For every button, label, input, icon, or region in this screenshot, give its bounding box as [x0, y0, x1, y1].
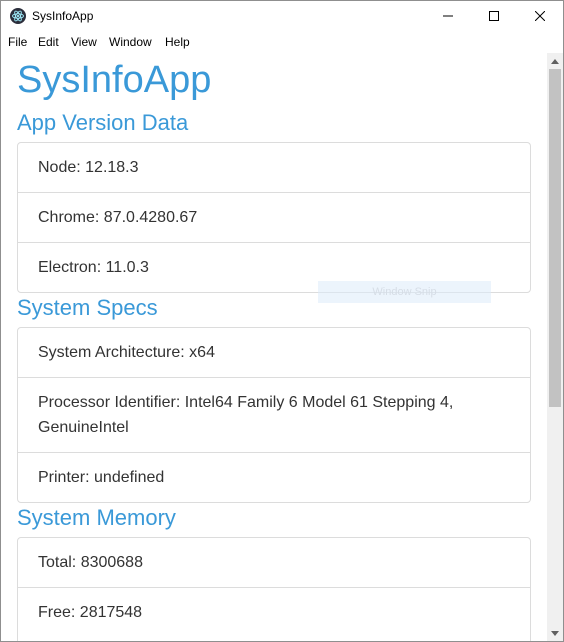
list-item: System Architecture: x64	[18, 328, 530, 378]
scroll-up-button[interactable]	[547, 53, 563, 69]
list-item: Node: 12.18.3	[18, 143, 530, 193]
vertical-scrollbar[interactable]	[547, 53, 563, 641]
app-window: SysInfoApp File Edit View Window Help Sy	[0, 0, 564, 642]
list-item: Total: 8300688	[18, 538, 530, 588]
maximize-icon	[489, 11, 499, 21]
scrollbar-thumb[interactable]	[549, 69, 561, 407]
chevron-up-icon	[551, 58, 559, 64]
menu-edit[interactable]: Edit	[38, 34, 59, 50]
title-bar[interactable]: SysInfoApp	[1, 1, 563, 31]
list-item: Printer: undefined	[38, 468, 165, 486]
list-item: Free: 2817548	[38, 604, 143, 621]
content-area: SysInfoApp App Version Data Node: 12.18.…	[1, 53, 547, 641]
app-version-list: Node: 12.18.3 Chrome: 87.0.4280.67 Elect…	[17, 142, 531, 293]
section-heading-app-version: App Version Data	[17, 110, 189, 135]
system-specs-list: System Architecture: x64 Processor Ident…	[17, 327, 531, 503]
window-title: SysInfoApp	[32, 9, 94, 23]
section-heading-system-specs: System Specs	[17, 295, 158, 320]
scroll-down-button[interactable]	[547, 625, 563, 641]
menu-bar: File Edit View Window Help	[1, 31, 563, 53]
list-item: Chrome: 87.0.4280.67	[18, 193, 530, 243]
electron-atom-icon	[10, 8, 26, 24]
menu-help[interactable]: Help	[165, 34, 190, 50]
system-memory-list: Total: 8300688 Free: 2817548	[17, 537, 531, 641]
page-title: SysInfoApp	[17, 59, 212, 101]
list-item: Processor Identifier: Intel64 Family 6 M…	[18, 378, 530, 453]
menu-file[interactable]: File	[8, 34, 27, 50]
chevron-down-icon	[551, 630, 559, 636]
minimize-icon	[443, 15, 453, 17]
window-snip-overlay: Window Snip	[318, 281, 491, 303]
minimize-button[interactable]	[425, 1, 471, 31]
maximize-button[interactable]	[471, 1, 517, 31]
menu-view[interactable]: View	[71, 34, 97, 50]
section-heading-system-memory: System Memory	[17, 505, 176, 530]
close-icon	[535, 11, 545, 21]
menu-window[interactable]: Window	[109, 34, 152, 50]
close-button[interactable]	[517, 1, 563, 31]
